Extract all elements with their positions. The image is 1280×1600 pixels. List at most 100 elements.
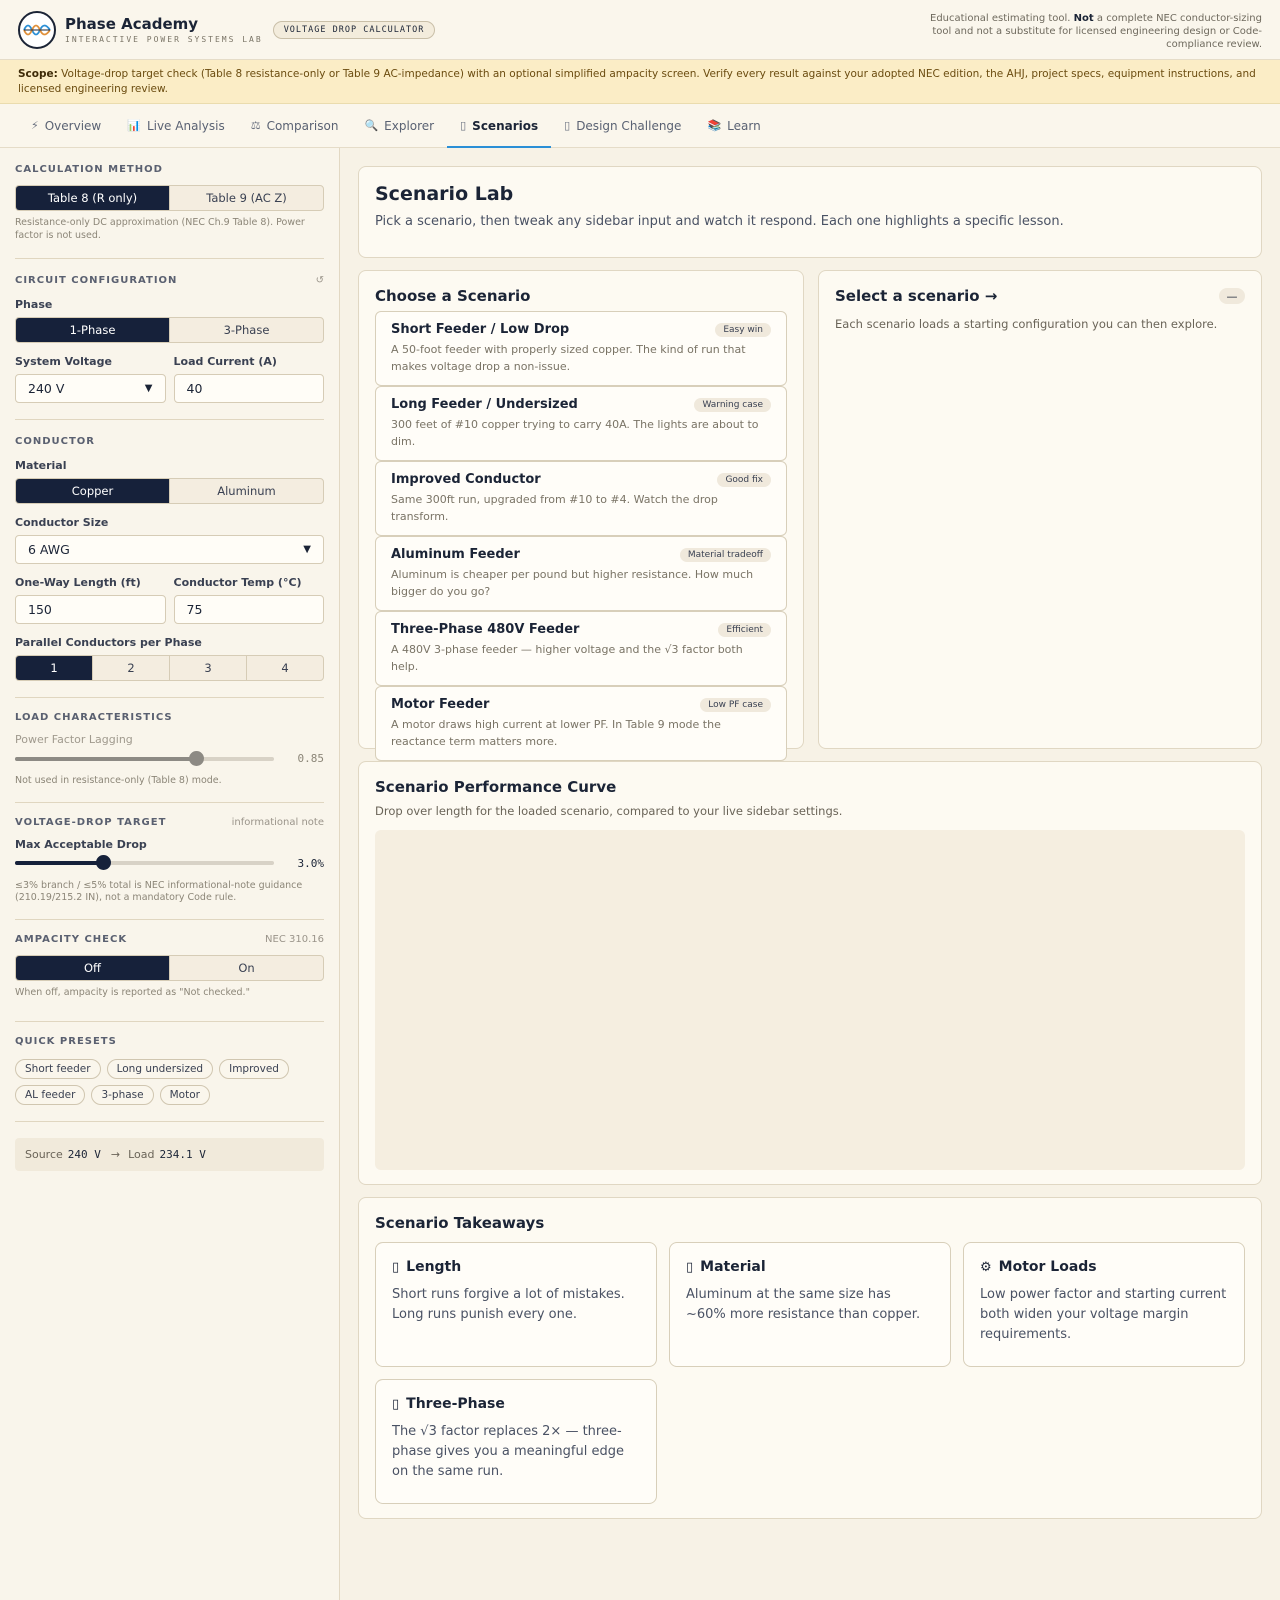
max-drop-help: ≤3% branch / ≤5% total is NEC informatio… [15,879,303,904]
length-input[interactable]: 150 [15,595,166,624]
performance-curve-title: Scenario Performance Curve [375,778,617,796]
voltage-summary: Source 240 V → Load 234.1 V [15,1138,324,1171]
preset-chips: Short feeder Long undersized Improved AL… [15,1059,324,1105]
challenge-icon: ▯ [564,119,571,132]
scenario-badge: Low PF case [700,697,771,712]
parallel-3-button[interactable]: 3 [170,656,247,680]
preset-long-undersized[interactable]: Long undersized [106,1059,214,1079]
material-aluminum-button[interactable]: Aluminum [170,479,323,503]
tab-explorer[interactable]: 🔍 Explorer [351,104,447,147]
max-drop-slider[interactable] [15,855,274,870]
load-current-input[interactable]: 40 [173,374,324,403]
preset-3-phase[interactable]: 3-phase [91,1085,154,1105]
conductor-size-label: Conductor Size [15,516,109,529]
conductor-title: CONDUCTOR [15,436,95,447]
method-toggle: Table 8 (R only) Table 9 (AC Z) [15,185,324,211]
parallel-toggle: 1 2 3 4 [15,655,324,681]
ampacity-off-button[interactable]: Off [16,955,170,980]
material-icon: ▯ [686,1259,694,1275]
phase-label: Phase [15,298,53,311]
takeaways-title: Scenario Takeaways [375,1214,545,1232]
arrow-right-icon: → [110,1148,121,1161]
app-header: Phase Academy INTERACTIVE POWER SYSTEMS … [0,0,1280,60]
ampacity-toggle: Off On [15,954,324,981]
power-factor-thumb[interactable] [189,750,205,766]
choose-scenario-title: Choose a Scenario [375,287,531,305]
scenario-improved-conductor[interactable]: Improved Conductor Good fix Same 300ft ru… [375,461,787,536]
power-factor-slider[interactable] [15,750,274,766]
tab-comparison[interactable]: ⚖ Comparison [238,104,352,147]
scenario-long-feeder[interactable]: Long Feeder / Undersized Warning case 300… [375,386,787,461]
scope-banner: Scope: Voltage-drop target check (Table … [0,60,1280,104]
parallel-4-button[interactable]: 4 [247,656,323,680]
takeaway-material: ▯ Material Aluminum at the same size has … [669,1242,951,1367]
scenario-badge: Efficient [718,622,771,637]
preset-motor[interactable]: Motor [159,1085,210,1105]
tab-learn[interactable]: 📚 Learn [694,104,773,147]
scenario-three-phase[interactable]: Three-Phase 480V Feeder Efficient A 480V … [375,611,787,686]
preset-improved[interactable]: Improved [219,1059,289,1079]
tab-scenarios[interactable]: ▯ Scenarios [447,104,552,148]
takeaway-motor-loads: ⚙ Motor Loads Low power factor and starti… [963,1242,1245,1367]
preset-short-feeder[interactable]: Short feeder [15,1059,101,1079]
ruler-icon: ▯ [392,1259,400,1275]
divider [15,1021,324,1022]
length-label: One-Way Length (ft) [15,576,141,589]
scenario-list: Short Feeder / Low Drop Easy win A 50-foo… [375,311,787,761]
parallel-1-button[interactable]: 1 [16,656,93,680]
power-factor-value: 0.85 [297,752,325,765]
divider [15,1121,324,1122]
tab-live-analysis[interactable]: 📊 Live Analysis [114,104,237,147]
material-copper-button[interactable]: Copper [16,479,170,503]
tool-badge: VOLTAGE DROP CALCULATOR [272,20,436,39]
choose-scenario-card: Choose a Scenario Short Feeder / Low Dro… [358,270,804,761]
material-toggle: Copper Aluminum [15,478,324,504]
ampacity-check-title: AMPACITY CHECK NEC 310.16 [15,933,324,945]
temp-input[interactable]: 75 [173,595,324,624]
reset-icon[interactable]: ↺ [316,275,324,286]
brand: Phase Academy INTERACTIVE POWER SYSTEMS … [65,15,263,44]
chevron-down-icon: ▼ [144,383,153,394]
disclaimer: Educational estimating tool. Not a compl… [930,13,1262,50]
calculation-method-title: CALCULATION METHOD [15,164,163,175]
phase-3-button[interactable]: 3-Phase [170,318,323,342]
tab-design-challenge[interactable]: ▯ Design Challenge [551,104,694,147]
scenario-short-feeder[interactable]: Short Feeder / Low Drop Easy win A 50-foo… [375,311,787,386]
tab-overview[interactable]: ⚡ Overview [18,104,114,147]
conductor-size-select[interactable]: 6 AWG ▼ [15,535,324,564]
preset-al-feeder[interactable]: AL feeder [15,1085,86,1105]
power-factor-help: Not used in resistance-only (Table 8) mo… [15,775,222,786]
ampacity-on-button[interactable]: On [170,956,323,980]
method-table9-button[interactable]: Table 9 (AC Z) [170,186,323,210]
takeaways-card: Scenario Takeaways ▯ Length Short runs fo… [358,1197,1262,1519]
phase-toggle: 1-Phase 3-Phase [15,317,324,343]
divider [15,697,324,698]
select-scenario-card: Select a scenario → — Each scenario load… [818,270,1262,749]
power-factor-slider-row: 0.85 [15,750,325,766]
logo-icon[interactable] [18,10,56,49]
scenario-motor-feeder[interactable]: Motor Feeder Low PF case A motor draws hi… [375,686,787,761]
power-factor-fill [15,756,197,761]
informational-note: informational note [231,816,324,828]
max-drop-label: Max Acceptable Drop [15,837,147,851]
main-content: Scenario Lab Pick a scenario, then tweak… [358,166,1262,1519]
divider [15,419,324,420]
brand-name: Phase Academy [65,15,199,33]
collapse-button[interactable]: — [1219,288,1245,304]
scenario-lab-card: Scenario Lab Pick a scenario, then tweak… [358,166,1262,258]
phase-1-button[interactable]: 1-Phase [16,318,170,342]
parallel-label: Parallel Conductors per Phase [15,636,202,649]
takeaway-length: ▯ Length Short runs forgive a lot of mist… [375,1242,657,1367]
max-drop-value: 3.0% [297,856,325,870]
max-drop-slider-row: 3.0% [15,855,325,870]
scenario-badge: Material tradeoff [679,547,771,562]
parallel-2-button[interactable]: 2 [93,656,170,680]
performance-curve-card: Scenario Performance Curve Drop over len… [358,761,1262,1185]
system-voltage-select[interactable]: 240 V ▼ [15,374,166,403]
max-drop-thumb[interactable] [96,855,112,870]
method-table8-button[interactable]: Table 8 (R only) [16,186,170,210]
performance-curve-description: Drop over length for the loaded scenario… [375,804,843,818]
scenario-badge: Good fix [717,472,771,487]
load-voltage: 234.1 V [159,1148,206,1161]
scenario-aluminum-feeder[interactable]: Aluminum Feeder Material tradeoff Aluminu… [375,536,787,611]
